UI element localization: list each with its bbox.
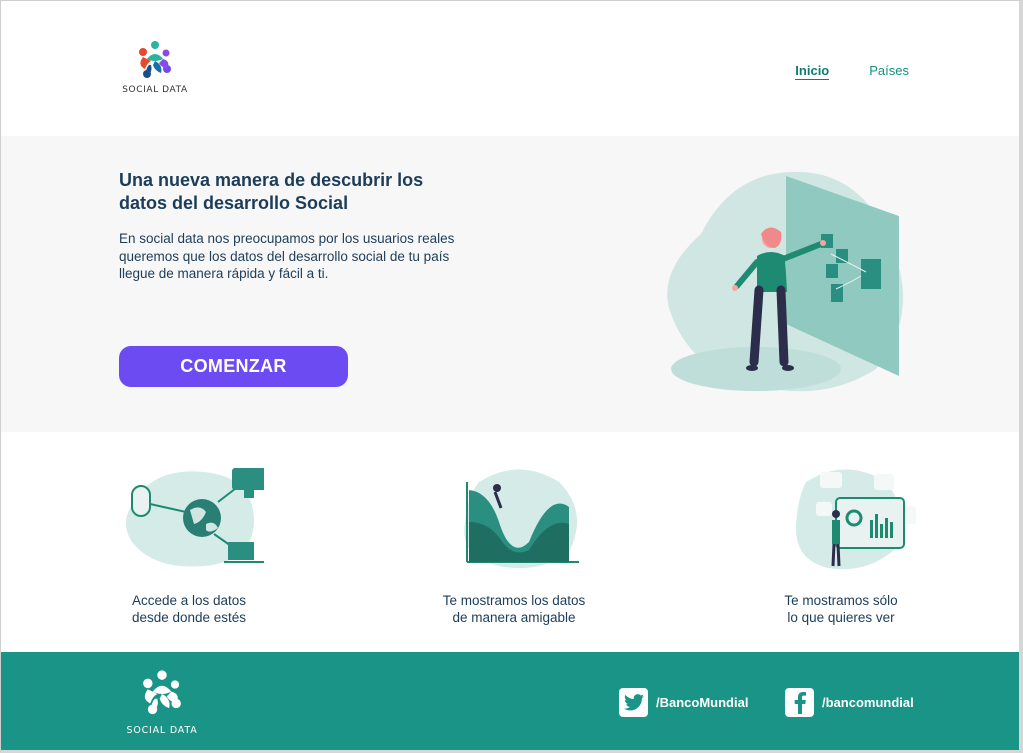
feature-caption: Accede a los datos desde donde estés	[89, 592, 289, 626]
hero-title-line: Una nueva manera de descubrir los	[119, 170, 424, 190]
features-section: Accede a los datos desde donde estés Te …	[1, 432, 1019, 652]
hero-description: En social data nos preocupamos por los u…	[119, 230, 499, 283]
feature-caption-line: de manera amigable	[452, 610, 576, 625]
dashboard-presenter-icon	[766, 462, 916, 574]
feature-caption-line: Te mostramos sólo	[784, 593, 898, 608]
feature-caption-line: lo que quieres ver	[787, 610, 895, 625]
footer-logo[interactable]: SOCIAL DATA	[121, 668, 203, 738]
nav-paises[interactable]: Países	[869, 63, 909, 80]
feature-caption: Te mostramos los datos de manera amigabl…	[414, 592, 614, 626]
social-data-logo-icon	[143, 670, 181, 715]
feature-caption-line: Te mostramos los datos	[442, 593, 586, 608]
feature-caption-line: desde donde estés	[131, 610, 247, 625]
nav-inicio[interactable]: Inicio	[795, 63, 830, 80]
main-nav: Inicio Países	[795, 63, 909, 80]
globe-devices-icon	[114, 462, 266, 574]
feature-card: Te mostramos sólo lo que quieres ver	[741, 462, 941, 626]
feature-card: Te mostramos los datos de manera amigabl…	[414, 462, 614, 626]
header: SOCIAL DATA Inicio Países	[1, 1, 1019, 136]
hero-title: Una nueva manera de descubrir los datos …	[119, 169, 479, 215]
feature-caption-line: Accede a los datos	[131, 593, 247, 608]
feature-card: Accede a los datos desde donde estés	[89, 462, 289, 626]
hero-title-line: datos del desarrollo Social	[119, 193, 349, 213]
brand-logo[interactable]: SOCIAL DATA	[119, 39, 199, 101]
facebook-icon	[785, 688, 814, 717]
hero-text-line: queremos que los datos del desarrollo so…	[119, 248, 450, 264]
social-data-logo-icon	[139, 41, 171, 78]
footer: SOCIAL DATA /BancoMundial /bancomundial	[1, 652, 1019, 750]
comenzar-button[interactable]: COMENZAR	[119, 346, 348, 387]
woman-presenting-data-illustration	[667, 171, 903, 392]
facebook-link[interactable]: /bancomundial	[785, 688, 914, 717]
twitter-handle: /BancoMundial	[656, 695, 749, 710]
feature-caption: Te mostramos sólo lo que quieres ver	[741, 592, 941, 626]
twitter-icon	[619, 688, 648, 717]
page: SOCIAL DATA Inicio Países Una nueva mane…	[0, 0, 1023, 753]
hero-section: Una nueva manera de descubrir los datos …	[1, 136, 1019, 432]
twitter-link[interactable]: /BancoMundial	[619, 688, 748, 717]
footer-brand-name: SOCIAL DATA	[126, 725, 198, 736]
hero-text-line: En social data nos preocupamos por los u…	[119, 231, 455, 246]
hero-text-line: llegue de manera rápida y fácil a ti.	[119, 266, 329, 281]
area-chart-icon	[439, 462, 589, 574]
brand-name: SOCIAL DATA	[122, 85, 188, 95]
facebook-handle: /bancomundial	[822, 695, 914, 710]
